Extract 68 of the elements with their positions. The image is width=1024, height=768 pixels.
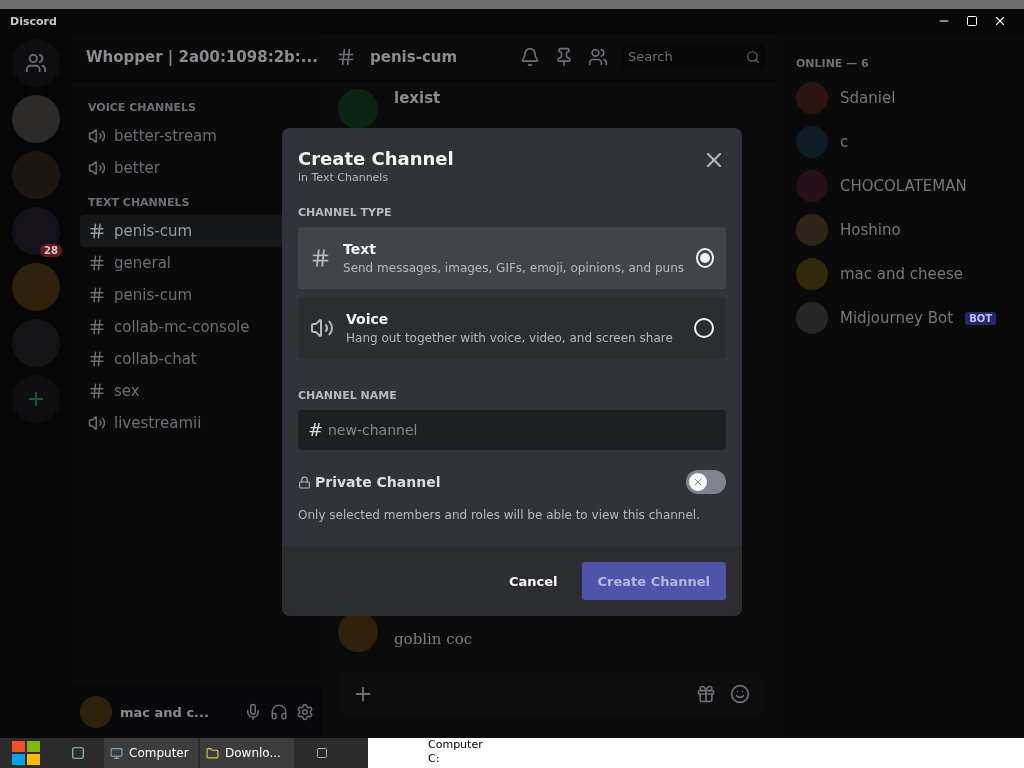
hash-icon <box>88 222 106 240</box>
bot-tag: BOT <box>965 311 997 325</box>
tree-item[interactable]: C: <box>428 752 1024 766</box>
server-icon[interactable]: 28 <box>12 207 60 255</box>
pin-icon[interactable] <box>554 46 574 67</box>
radio-button[interactable] <box>696 248 714 268</box>
taskbar-item[interactable]: Computer <box>104 738 198 768</box>
hash-icon <box>336 46 356 67</box>
dialog-subtitle: in Text Channels <box>298 171 390 184</box>
add-server-button[interactable] <box>12 375 60 423</box>
member-name[interactable]: mac and cheese <box>840 265 964 283</box>
hash-icon <box>88 318 106 336</box>
channel-title: penis-cum <box>370 47 459 66</box>
cross-icon <box>692 476 704 488</box>
member-name[interactable]: Sdaniel <box>840 89 896 107</box>
windows-logo-icon <box>10 740 42 766</box>
hash-icon <box>88 254 106 272</box>
hash-symbol: # <box>308 419 324 441</box>
headphones-icon[interactable] <box>270 703 288 721</box>
option-description: Send messages, images, GIFs, emoji, opinions, and puns <box>343 261 684 275</box>
message-author[interactable]: lexist <box>394 89 441 107</box>
user-name: mac and c... <box>120 704 210 720</box>
option-title: Voice <box>346 311 390 327</box>
speaker-icon <box>88 127 106 145</box>
server-name[interactable]: Whopper | 2a00:1098:2b:... <box>86 47 318 66</box>
option-description: Hang out together with voice, video, and screen share <box>346 331 674 345</box>
section-title[interactable]: VOICE CHANNELS <box>80 89 314 120</box>
section-label: CHANNEL NAME <box>298 389 398 402</box>
private-toggle[interactable] <box>686 470 726 494</box>
window-title: Discord <box>10 14 57 28</box>
hash-icon <box>88 286 106 304</box>
people-icon <box>25 52 47 74</box>
private-channel-description: Only selected members and roles will be able to view this channel. <box>298 508 701 522</box>
member-group-title: ONLINE — 6 <box>795 56 870 72</box>
unread-badge: 28 <box>40 244 62 257</box>
speaker-icon <box>88 159 106 177</box>
bell-icon[interactable] <box>520 46 540 67</box>
cancel-button[interactable]: Cancel <box>493 562 574 600</box>
member-name[interactable]: Midjourney Bot <box>840 309 954 327</box>
computer-icon <box>110 746 123 760</box>
channel-type-option[interactable]: Voice Hang out together with voice, video, and screen share <box>298 297 726 359</box>
settings-icon[interactable] <box>296 703 314 721</box>
window-icon <box>316 747 328 759</box>
window-icon <box>71 746 85 760</box>
home-button[interactable] <box>12 39 60 87</box>
taskbar-item[interactable]: Downlo... <box>200 738 294 768</box>
folder-icon <box>206 746 219 760</box>
radio-button[interactable] <box>694 318 714 338</box>
speaker-icon <box>88 414 106 432</box>
private-channel-label: Private Channel <box>315 474 442 490</box>
option-title: Text <box>343 241 377 257</box>
speaker-icon <box>310 316 334 340</box>
microphone-icon[interactable] <box>244 703 262 721</box>
smiley-icon[interactable] <box>730 684 750 704</box>
channel-type-option[interactable]: Text Send messages, images, GIFs, emoji, opinions, and puns <box>298 227 726 289</box>
hash-icon <box>88 350 106 368</box>
hash-icon <box>88 382 106 400</box>
member-name[interactable]: Hoshino <box>840 221 901 239</box>
search-field[interactable]: Search <box>622 44 766 69</box>
message-text: goblin coc <box>394 630 473 648</box>
members-icon[interactable] <box>588 46 608 67</box>
member-name[interactable]: CHOCOLATEMAN <box>840 177 967 195</box>
gift-icon[interactable] <box>696 684 716 704</box>
lock-icon <box>298 475 311 489</box>
member-name[interactable]: c <box>840 133 849 151</box>
hash-icon <box>310 246 331 270</box>
tree-item[interactable]: Computer <box>428 738 1024 752</box>
search-icon <box>746 49 760 64</box>
